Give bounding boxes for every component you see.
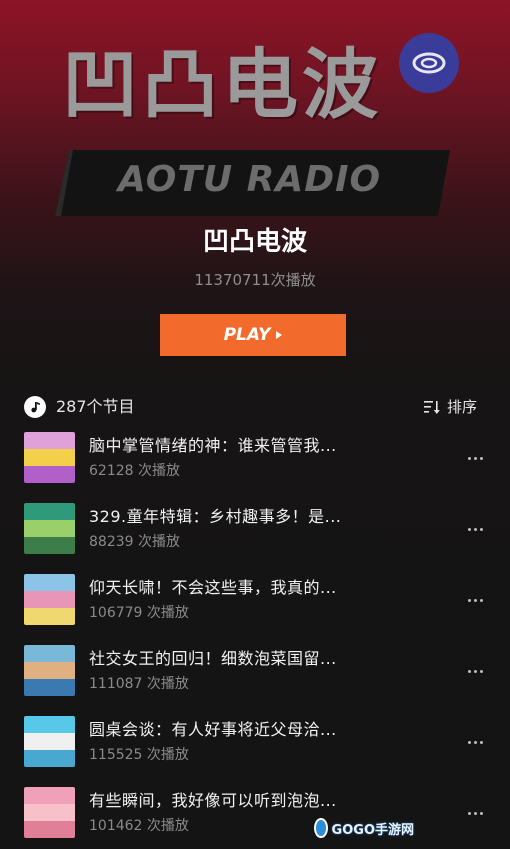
- episode-title: 圆桌会谈：有人好事将近父母洽...: [89, 720, 337, 739]
- more-options-icon[interactable]: [462, 517, 488, 541]
- list-item[interactable]: 有些瞬间，我好像可以听到泡泡... 101462 次播放: [0, 779, 510, 849]
- list-item[interactable]: 329.童年特辑：乡村趣事多！是... 88239 次播放: [0, 495, 510, 566]
- more-options-icon[interactable]: [462, 588, 488, 612]
- episode-thumbnail: [24, 432, 75, 483]
- episode-title: 有些瞬间，我好像可以听到泡泡...: [89, 791, 337, 810]
- episode-thumbnail: [24, 645, 75, 696]
- episode-title: 脑中掌管情绪的神：谁来管管我...: [89, 436, 337, 455]
- episode-play-count: 62128 次播放: [89, 463, 180, 479]
- list-item[interactable]: 社交女王的回归！细数泡菜国留... 111087 次播放: [0, 637, 510, 708]
- podcast-play-count: 11370711次播放: [194, 271, 316, 289]
- play-button[interactable]: PLAY: [160, 314, 346, 356]
- episode-play-count: 115525 次播放: [89, 747, 189, 763]
- episode-title: 社交女王的回归！细数泡菜国留...: [89, 649, 337, 668]
- episode-title: 329.童年特辑：乡村趣事多！是...: [89, 507, 342, 526]
- list-item[interactable]: 脑中掌管情绪的神：谁来管管我... 62128 次播放: [0, 424, 510, 495]
- more-options-icon[interactable]: [462, 730, 488, 754]
- more-options-icon[interactable]: [462, 659, 488, 683]
- episode-title: 仰天长啸！不会这些事，我真的...: [89, 578, 337, 597]
- episode-list: 脑中掌管情绪的神：谁来管管我... 62128 次播放 329.童年特辑：乡村趣…: [0, 424, 510, 849]
- play-triangle-icon: [276, 331, 283, 339]
- site-watermark: GOGO手游网: [314, 816, 414, 840]
- podcast-title: 凹凸电波: [202, 227, 307, 257]
- episode-thumbnail: [24, 787, 75, 838]
- play-button-label: PLAY: [223, 325, 271, 345]
- sort-label: 排序: [447, 398, 478, 416]
- episode-count-label: 287个节目: [56, 397, 135, 416]
- episode-thumbnail: [24, 574, 75, 625]
- episode-play-count: 106779 次播放: [89, 605, 189, 621]
- podcast-header: 凹凸电波 AOTU RADIO 凹凸电波 11370711次播放 PLAY: [0, 0, 510, 390]
- episode-play-count: 111087 次播放: [89, 676, 189, 692]
- episode-play-count: 101462 次播放: [89, 818, 189, 834]
- episode-count: 287个节目: [24, 395, 135, 419]
- podcast-logo-en: AOTU RADIO: [118, 159, 382, 200]
- watermark-text: GOGO手游网: [331, 822, 414, 838]
- watermark-logo-icon: [314, 818, 328, 838]
- episode-play-count: 88239 次播放: [89, 534, 180, 550]
- list-item[interactable]: 圆桌会谈：有人好事将近父母洽... 115525 次播放: [0, 708, 510, 779]
- more-options-icon[interactable]: [462, 446, 488, 470]
- sort-button[interactable]: 排序: [423, 395, 477, 419]
- list-item[interactable]: 仰天长啸！不会这些事，我真的... 106779 次播放: [0, 566, 510, 637]
- sort-icon: [424, 401, 440, 414]
- podcast-screen: 凹凸电波 AOTU RADIO 凹凸电波 11370711次播放 PLAY 28…: [0, 0, 510, 849]
- episode-thumbnail: [24, 503, 75, 554]
- episode-thumbnail: [24, 716, 75, 767]
- music-note-icon: [24, 396, 46, 418]
- episode-list-header: 287个节目 排序: [0, 390, 510, 424]
- podcast-logo-cn: 凹凸电波: [62, 40, 382, 129]
- logo-badge-icon: [399, 33, 459, 93]
- more-options-icon[interactable]: [462, 801, 488, 825]
- swirl-icon: [412, 52, 446, 74]
